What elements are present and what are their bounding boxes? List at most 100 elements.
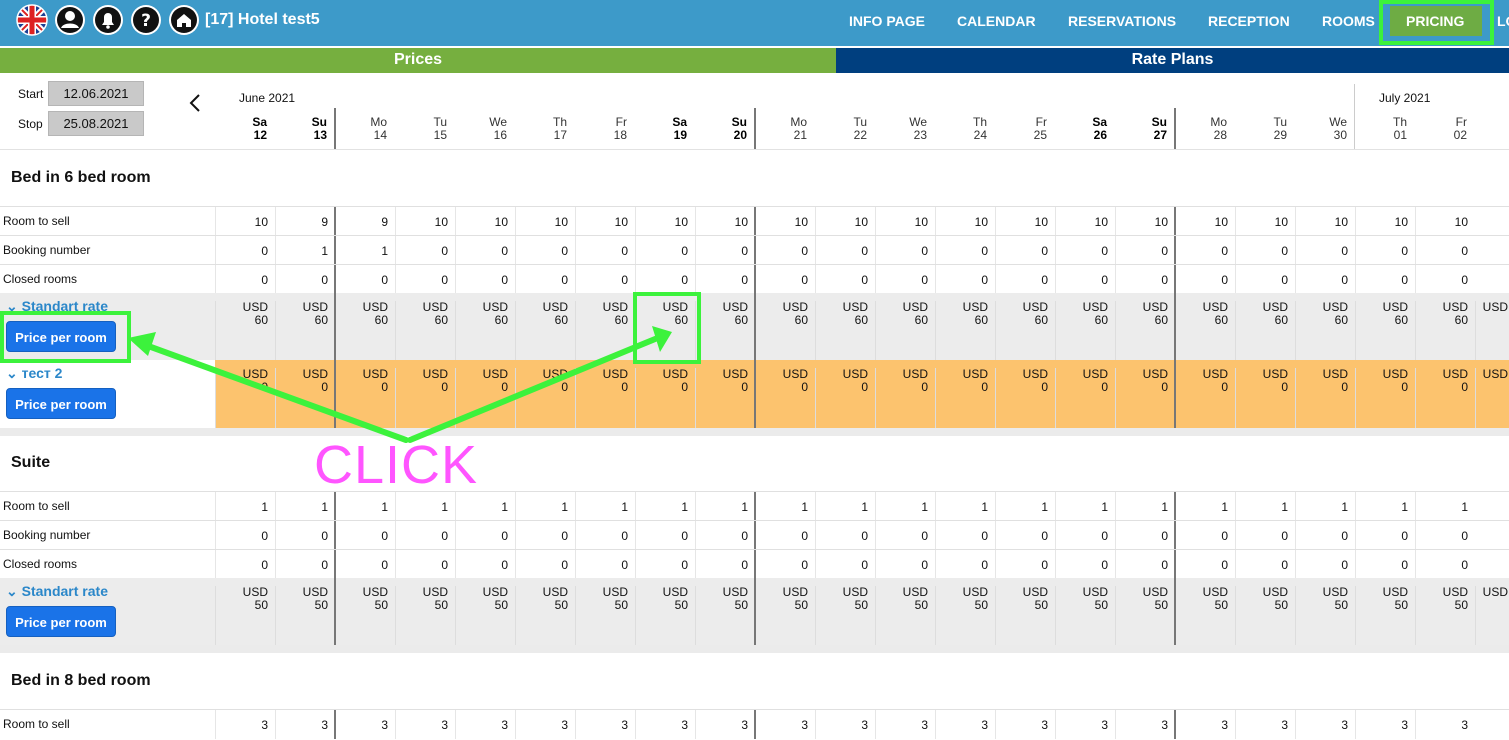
user-icon[interactable] bbox=[54, 4, 86, 36]
grid-cell[interactable]: 0 bbox=[1055, 265, 1115, 294]
price-cell[interactable]: USD 50 bbox=[635, 586, 695, 645]
grid-cell[interactable]: 0 bbox=[1175, 521, 1235, 550]
price-cell[interactable]: USD 60 bbox=[395, 301, 455, 360]
grid-cell[interactable]: 0 bbox=[575, 265, 635, 294]
nav-calendar[interactable]: CALENDAR bbox=[957, 13, 1036, 29]
uk-flag-icon[interactable] bbox=[16, 4, 48, 36]
grid-cell[interactable]: 3 bbox=[1235, 710, 1295, 739]
price-cell[interactable]: USD 0 bbox=[695, 368, 755, 428]
price-cell[interactable]: USD 0 bbox=[1415, 368, 1475, 428]
price-cell[interactable]: USD 0 bbox=[1355, 368, 1415, 428]
price-cell[interactable]: USD 50 bbox=[215, 586, 275, 645]
grid-cell[interactable]: 0 bbox=[335, 265, 395, 294]
grid-cell[interactable]: 0 bbox=[455, 521, 515, 550]
grid-cell[interactable]: 0 bbox=[1295, 550, 1355, 579]
grid-cell[interactable]: 3 bbox=[275, 710, 335, 739]
grid-cell[interactable]: 0 bbox=[395, 236, 455, 265]
grid-cell[interactable]: 0 bbox=[1235, 236, 1295, 265]
grid-cell[interactable]: 10 bbox=[1415, 207, 1475, 236]
chevron-left-icon[interactable] bbox=[186, 92, 206, 114]
price-cell[interactable]: USD 50 bbox=[455, 586, 515, 645]
price-cell[interactable]: USD 0 bbox=[275, 368, 335, 428]
price-cell[interactable]: USD 0 bbox=[1175, 368, 1235, 428]
grid-cell[interactable]: 0 bbox=[815, 550, 875, 579]
grid-cell[interactable]: 0 bbox=[995, 236, 1055, 265]
grid-cell[interactable]: 3 bbox=[635, 710, 695, 739]
grid-cell[interactable]: 3 bbox=[755, 710, 815, 739]
price-cell[interactable]: USD 0 bbox=[575, 368, 635, 428]
grid-cell[interactable]: 1 bbox=[575, 492, 635, 521]
grid-cell[interactable]: 0 bbox=[635, 521, 695, 550]
grid-cell[interactable]: 1 bbox=[1355, 492, 1415, 521]
grid-cell[interactable]: 0 bbox=[1115, 265, 1175, 294]
price-cell[interactable]: USD 50 bbox=[1235, 586, 1295, 645]
grid-cell[interactable]: 0 bbox=[935, 550, 995, 579]
grid-cell[interactable]: 3 bbox=[335, 710, 395, 739]
grid-cell[interactable]: 0 bbox=[755, 550, 815, 579]
grid-cell[interactable]: 3 bbox=[395, 710, 455, 739]
price-cell[interactable]: USD 60 bbox=[1115, 301, 1175, 360]
grid-cell[interactable]: 1 bbox=[335, 236, 395, 265]
grid-cell[interactable]: 3 bbox=[1415, 710, 1475, 739]
rate-plan-name[interactable]: ⌄ Standart rate bbox=[6, 583, 108, 600]
grid-cell[interactable]: 0 bbox=[275, 265, 335, 294]
grid-cell[interactable]: 0 bbox=[755, 521, 815, 550]
grid-cell[interactable]: 1 bbox=[455, 492, 515, 521]
price-cell[interactable]: USD 0 bbox=[1115, 368, 1175, 428]
grid-cell[interactable]: 10 bbox=[935, 207, 995, 236]
price-cell[interactable]: USD 0 bbox=[515, 368, 575, 428]
grid-cell[interactable]: 0 bbox=[935, 236, 995, 265]
price-cell[interactable]: USD 50 bbox=[875, 586, 935, 645]
grid-cell[interactable]: 0 bbox=[695, 521, 755, 550]
nav-logout[interactable]: LO bbox=[1497, 13, 1509, 29]
grid-cell[interactable]: 0 bbox=[755, 236, 815, 265]
price-cell[interactable]: USD 50 bbox=[935, 586, 995, 645]
grid-cell[interactable]: 0 bbox=[695, 236, 755, 265]
grid-cell[interactable]: 3 bbox=[1115, 710, 1175, 739]
price-cell[interactable]: USD 50 bbox=[1055, 586, 1115, 645]
grid-cell[interactable]: 0 bbox=[215, 265, 275, 294]
grid-cell[interactable]: 0 bbox=[815, 265, 875, 294]
grid-cell[interactable]: 0 bbox=[455, 236, 515, 265]
grid-cell[interactable]: 0 bbox=[1295, 265, 1355, 294]
grid-cell[interactable]: 0 bbox=[1115, 236, 1175, 265]
grid-cell[interactable]: 1 bbox=[635, 492, 695, 521]
grid-cell[interactable]: 1 bbox=[1415, 492, 1475, 521]
price-cell[interactable]: USD 60 bbox=[575, 301, 635, 360]
grid-cell[interactable]: 3 bbox=[935, 710, 995, 739]
grid-cell[interactable]: 0 bbox=[515, 521, 575, 550]
grid-cell[interactable]: 0 bbox=[1235, 550, 1295, 579]
grid-cell[interactable]: 9 bbox=[335, 207, 395, 236]
price-cell[interactable]: USD 0 bbox=[215, 368, 275, 428]
price-cell[interactable]: USD 60 bbox=[1295, 301, 1355, 360]
grid-cell[interactable]: 3 bbox=[1055, 710, 1115, 739]
grid-cell[interactable]: 10 bbox=[1175, 207, 1235, 236]
grid-cell[interactable]: 1 bbox=[755, 492, 815, 521]
grid-cell[interactable]: 0 bbox=[455, 550, 515, 579]
price-cell[interactable]: USD 50 bbox=[1355, 586, 1415, 645]
price-cell[interactable]: USD 60 bbox=[755, 301, 815, 360]
rate-plan-name[interactable]: ⌄ тест 2 bbox=[6, 365, 62, 382]
price-cell[interactable]: USD 50 bbox=[515, 586, 575, 645]
grid-cell[interactable]: 10 bbox=[875, 207, 935, 236]
grid-cell[interactable]: 1 bbox=[275, 236, 335, 265]
price-cell[interactable]: USD 0 bbox=[755, 368, 815, 428]
price-cell[interactable]: USD bbox=[1475, 301, 1509, 360]
price-cell[interactable]: USD 60 bbox=[515, 301, 575, 360]
price-cell[interactable]: USD 60 bbox=[1175, 301, 1235, 360]
grid-cell[interactable]: 0 bbox=[395, 265, 455, 294]
price-cell[interactable]: USD 60 bbox=[215, 301, 275, 360]
grid-cell[interactable]: 10 bbox=[635, 207, 695, 236]
grid-cell[interactable]: 0 bbox=[275, 550, 335, 579]
price-cell[interactable]: USD 50 bbox=[815, 586, 875, 645]
tab-rate-plans[interactable]: Rate Plans bbox=[836, 48, 1509, 73]
grid-cell[interactable]: 0 bbox=[755, 265, 815, 294]
grid-cell[interactable]: 0 bbox=[695, 550, 755, 579]
grid-cell[interactable]: 0 bbox=[815, 236, 875, 265]
grid-cell[interactable]: 0 bbox=[635, 265, 695, 294]
price-cell[interactable]: USD 50 bbox=[275, 586, 335, 645]
grid-cell[interactable]: 10 bbox=[1295, 207, 1355, 236]
grid-cell[interactable]: 10 bbox=[1055, 207, 1115, 236]
grid-cell[interactable]: 1 bbox=[1055, 492, 1115, 521]
grid-cell[interactable]: 10 bbox=[695, 207, 755, 236]
